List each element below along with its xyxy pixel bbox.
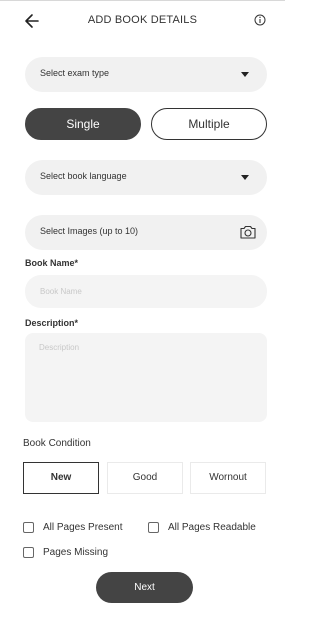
book-language-label: Select book language	[40, 171, 127, 181]
pages-missing-option[interactable]: Pages Missing	[23, 545, 108, 559]
condition-good-button[interactable]: Good	[107, 462, 183, 494]
all-pages-readable-option[interactable]: All Pages Readable	[148, 520, 256, 534]
all-pages-present-checkbox[interactable]	[23, 521, 34, 533]
page-title: ADD BOOK DETAILS	[87, 14, 198, 26]
book-name-label: Book Name*	[25, 258, 79, 268]
pages-missing-label: Pages Missing	[43, 546, 109, 558]
single-toggle-button[interactable]: Single	[25, 108, 141, 140]
caret-down-icon	[241, 72, 249, 77]
description-textarea[interactable]	[25, 333, 267, 422]
info-circle-icon[interactable]	[254, 14, 266, 26]
all-pages-present-option[interactable]: All Pages Present	[23, 520, 123, 534]
all-pages-readable-label: All Pages Readable	[168, 521, 256, 533]
all-pages-present-label: All Pages Present	[43, 521, 123, 533]
app-header: ADD BOOK DETAILS	[0, 10, 285, 32]
condition-wornout-button[interactable]: Wornout	[190, 462, 266, 494]
exam-type-label: Select exam type	[40, 68, 110, 78]
book-name-input[interactable]	[25, 275, 267, 308]
book-language-select[interactable]: Select book language	[25, 160, 267, 195]
select-images-label: Select Images (up to 10)	[40, 226, 139, 236]
pages-missing-checkbox[interactable]	[23, 546, 34, 558]
book-condition-title: Book Condition	[23, 438, 91, 449]
description-label: Description*	[25, 318, 79, 328]
exam-type-select[interactable]: Select exam type	[25, 57, 267, 92]
condition-new-button[interactable]: New	[23, 462, 99, 494]
all-pages-readable-checkbox[interactable]	[148, 521, 159, 533]
select-images-button[interactable]: Select Images (up to 10)	[25, 215, 267, 250]
next-button[interactable]: Next	[96, 572, 193, 603]
top-divider	[0, 0, 285, 1]
camera-icon	[240, 225, 256, 239]
caret-down-icon	[241, 175, 249, 180]
multiple-toggle-button[interactable]: Multiple	[151, 108, 267, 140]
